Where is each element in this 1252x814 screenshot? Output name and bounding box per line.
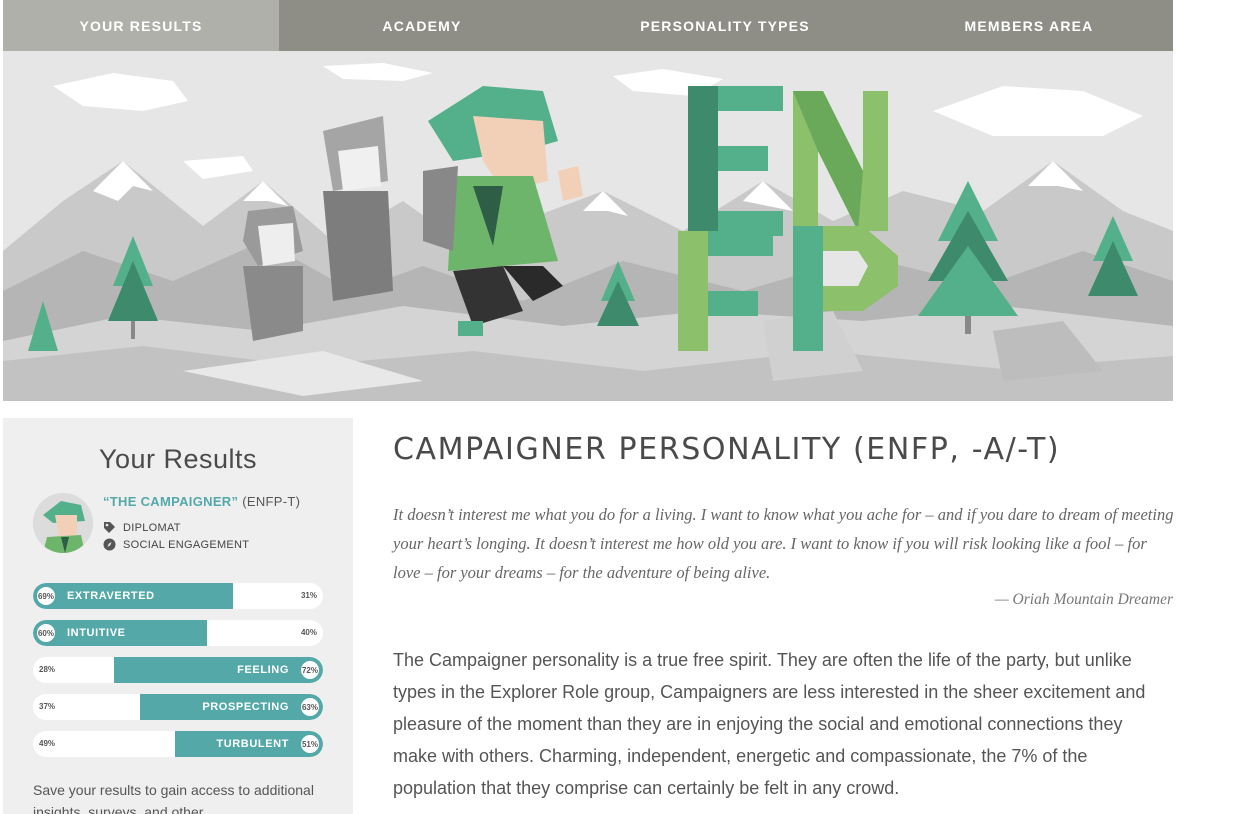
trait-label: FEELING <box>237 664 289 676</box>
role-label: DIPLOMAT <box>123 521 181 534</box>
strategy-label: SOCIAL ENGAGEMENT <box>123 538 250 551</box>
type-line: “THE CAMPAIGNER” (ENFP-T) <box>103 494 300 509</box>
trait-other-percent: 49% <box>39 739 56 748</box>
trait-fill <box>114 657 323 683</box>
page-title: CAMPAIGNER PERSONALITY (ENFP, -A/-T) <box>393 432 1061 467</box>
quote: It doesn’t interest me what you do for a… <box>393 505 1174 582</box>
trait-other-percent: 37% <box>39 702 56 711</box>
trait-percent: 69% <box>35 585 57 607</box>
trait-bar-turbulent[interactable]: 49% TURBULENT 51% <box>33 731 323 757</box>
trait-label: EXTRAVERTED <box>67 590 155 602</box>
clouds <box>53 63 1143 179</box>
results-sidebar: Your Results “THE CAMPAIGNER” (ENFP-T) D… <box>3 418 353 814</box>
trait-bar-extraverted[interactable]: 69% EXTRAVERTED 31% <box>33 583 323 609</box>
nav-personality-types[interactable]: PERSONALITY TYPES <box>565 0 885 51</box>
intro-paragraph: The Campaigner personality is a true fre… <box>393 650 1146 798</box>
trait-bar-intuitive[interactable]: 60% INTUITIVE 40% <box>33 620 323 646</box>
role-row: DIPLOMAT <box>103 521 181 534</box>
nav-academy[interactable]: ACADEMY <box>279 0 565 51</box>
save-results-text: Save your results to gain access to addi… <box>33 782 314 814</box>
trait-label: PROSPECTING <box>202 701 289 713</box>
trait-percent: 63% <box>299 696 321 718</box>
trait-other-percent: 28% <box>39 665 56 674</box>
quote-author: — Oriah Mountain Dreamer <box>994 591 1173 608</box>
top-nav: YOUR RESULTS ACADEMY PERSONALITY TYPES M… <box>3 0 1173 51</box>
trait-other-percent: 31% <box>300 591 317 600</box>
strategy-row: SOCIAL ENGAGEMENT <box>103 538 249 551</box>
trait-other-percent: 40% <box>300 628 317 637</box>
type-code: (ENFP-T) <box>242 494 301 509</box>
trait-percent: 72% <box>299 659 321 681</box>
nav-members-area[interactable]: MEMBERS AREA <box>885 0 1173 51</box>
trait-label: INTUITIVE <box>67 627 126 639</box>
trait-percent: 51% <box>299 733 321 755</box>
nav-your-results[interactable]: YOUR RESULTS <box>3 0 279 51</box>
sidebar-title: Your Results <box>98 444 258 474</box>
trait-percent: 60% <box>35 622 57 644</box>
tag-icon <box>103 521 116 534</box>
trait-bar-prospecting[interactable]: 37% PROSPECTING 63% <box>33 694 323 720</box>
trait-label: TURBULENT <box>216 738 289 750</box>
trait-bar-feeling[interactable]: 28% FEELING 72% <box>33 657 323 683</box>
avatar <box>33 493 93 553</box>
type-name[interactable]: “THE CAMPAIGNER” <box>103 494 238 509</box>
hero-illustration <box>3 51 1173 401</box>
compass-icon <box>103 538 116 551</box>
